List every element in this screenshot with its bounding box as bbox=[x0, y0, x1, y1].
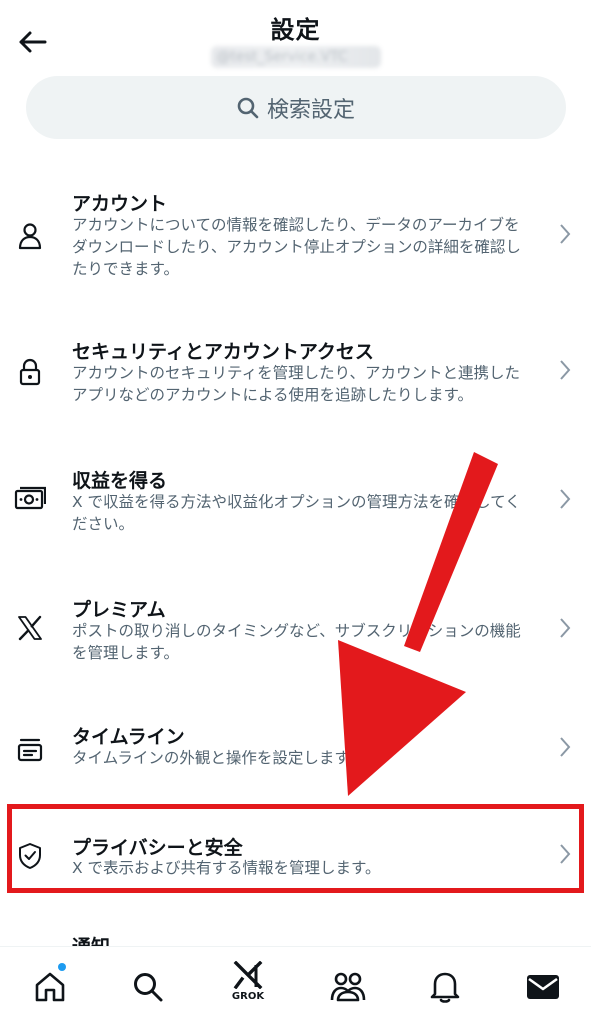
notification-dot bbox=[58, 963, 66, 971]
home-icon bbox=[35, 972, 65, 1002]
grok-icon bbox=[233, 961, 263, 989]
settings-screen: 設定 @test_Service.VTC 検索設定 アカウント アカウントについ… bbox=[0, 0, 591, 1024]
nav-messages[interactable] bbox=[519, 963, 567, 1011]
nav-search[interactable] bbox=[124, 963, 172, 1011]
nav-notifications[interactable] bbox=[421, 963, 469, 1011]
nav-communities[interactable] bbox=[324, 963, 372, 1011]
nav-grok[interactable]: GROK bbox=[224, 957, 272, 1015]
communities-icon bbox=[330, 972, 366, 1002]
red-arrow-annotation bbox=[338, 452, 498, 796]
search-icon bbox=[134, 973, 163, 1002]
bottom-navigation: GROK bbox=[0, 946, 591, 1024]
nav-home[interactable] bbox=[26, 963, 74, 1011]
grok-label: GROK bbox=[231, 991, 265, 1002]
bell-icon bbox=[430, 972, 460, 1003]
mail-icon bbox=[527, 975, 559, 999]
